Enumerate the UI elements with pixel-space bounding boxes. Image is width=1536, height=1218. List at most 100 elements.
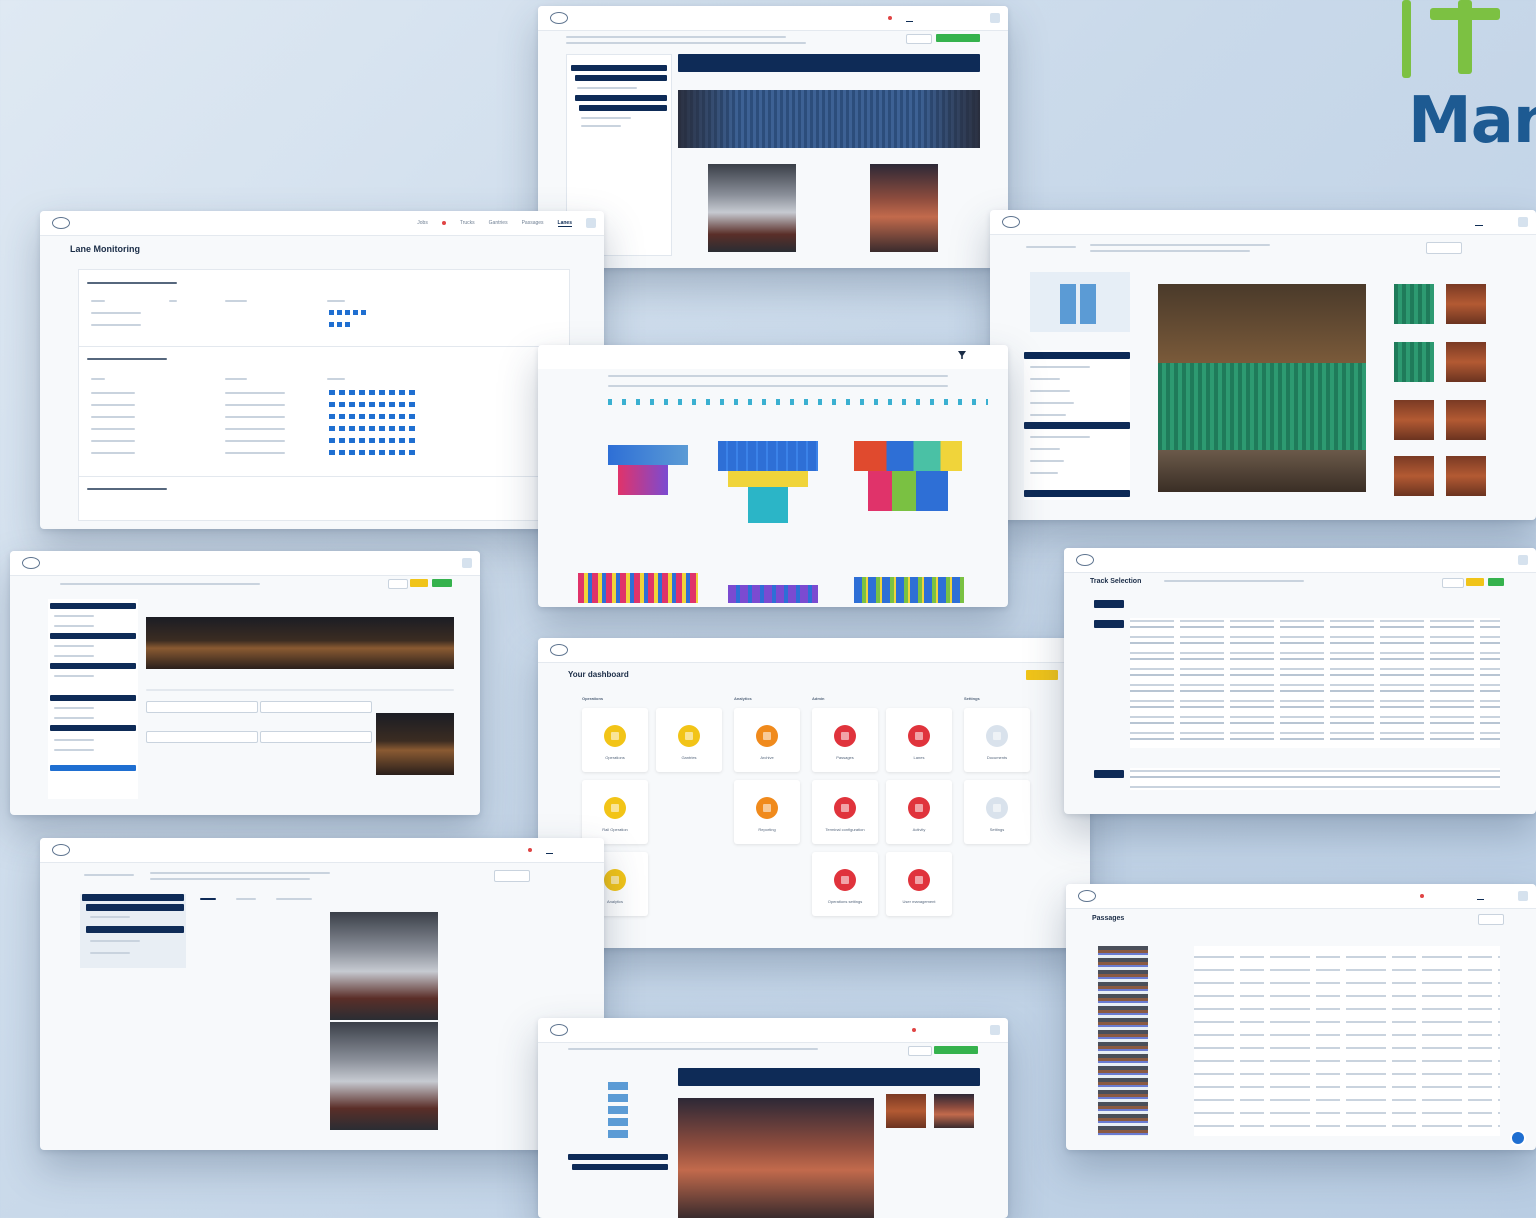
confirm-button[interactable] — [1488, 578, 1504, 586]
group-header[interactable] — [87, 282, 177, 284]
passage-table[interactable] — [1194, 946, 1500, 1136]
nav-item[interactable] — [1498, 557, 1504, 563]
tile-lanes[interactable]: Lanes — [886, 708, 952, 772]
truck-front-image[interactable] — [330, 1022, 438, 1130]
nav-item-active[interactable] — [906, 15, 914, 22]
tile-documents[interactable]: Documents — [964, 708, 1030, 772]
nav-item[interactable] — [442, 560, 448, 566]
nav-item[interactable] — [1434, 219, 1440, 225]
secondary-button[interactable] — [388, 579, 408, 589]
tile-archive[interactable]: Archive — [734, 708, 800, 772]
thumbnail[interactable] — [1394, 342, 1434, 382]
bay-block[interactable] — [728, 585, 818, 603]
tile-settings[interactable]: Settings — [964, 780, 1030, 844]
tab[interactable] — [236, 898, 256, 900]
tree-item-selected[interactable] — [1024, 422, 1130, 429]
passage-thumbnails[interactable] — [1098, 946, 1148, 1136]
tree-item-selected[interactable] — [86, 926, 184, 933]
list-item-selected[interactable] — [50, 633, 136, 639]
thumbnail[interactable] — [1394, 400, 1434, 440]
nav-item[interactable] — [930, 1027, 936, 1033]
thumbnail[interactable] — [1446, 456, 1486, 496]
form-field[interactable] — [260, 731, 372, 743]
tile-activity[interactable]: Activity — [886, 780, 952, 844]
tile-rail-operation[interactable]: Rail Operation — [582, 780, 648, 844]
tile-user-management[interactable]: User management — [886, 852, 952, 916]
thumbnail[interactable] — [1446, 342, 1486, 382]
truck-front-image[interactable] — [330, 912, 438, 1020]
tree-item-selected[interactable] — [572, 1164, 668, 1170]
track-grid[interactable] — [1130, 618, 1500, 748]
tree-item-selected[interactable] — [82, 894, 184, 901]
menu-icon[interactable] — [1518, 555, 1528, 565]
form-field[interactable] — [146, 731, 258, 743]
tile-operations[interactable]: Operations — [582, 708, 648, 772]
nav-item-trucks[interactable]: Trucks — [460, 220, 475, 226]
tile-passages[interactable]: Passages — [812, 708, 878, 772]
tree-item-selected[interactable] — [571, 65, 667, 71]
tree-item-selected[interactable] — [575, 75, 667, 81]
container-damage-image[interactable] — [1158, 284, 1366, 492]
thumbnail[interactable] — [1394, 456, 1434, 496]
warning-button[interactable] — [1466, 578, 1484, 586]
nav-item[interactable] — [588, 847, 596, 853]
wagon-image[interactable] — [376, 713, 454, 775]
tile-gantries[interactable]: Gantries — [656, 708, 722, 772]
menu-icon[interactable] — [990, 1025, 1000, 1035]
bay-block[interactable] — [578, 573, 698, 603]
nav-item[interactable] — [1454, 219, 1461, 225]
nav-item-passages[interactable]: Passages — [522, 220, 544, 226]
nav-item[interactable] — [1498, 893, 1504, 899]
track-grid[interactable] — [1130, 768, 1500, 790]
back-link[interactable] — [84, 874, 134, 876]
truck-image[interactable] — [708, 164, 796, 252]
tree-item-selected[interactable] — [579, 105, 667, 111]
tab[interactable] — [276, 898, 312, 900]
actions-dropdown[interactable] — [494, 870, 530, 882]
tree-item-selected[interactable] — [1024, 490, 1130, 497]
nav-item-active[interactable] — [1477, 893, 1485, 900]
tree-item-selected[interactable] — [86, 904, 184, 911]
tree-item-selected[interactable] — [568, 1154, 668, 1160]
bay-block[interactable] — [608, 445, 688, 465]
track-tag[interactable] — [1094, 620, 1124, 628]
track-tag[interactable] — [1094, 770, 1124, 778]
container-door-image[interactable] — [678, 1098, 874, 1218]
confirm-button[interactable] — [432, 579, 452, 587]
tile-terminal-configuration[interactable]: Terminal configuration — [812, 780, 878, 844]
container-side-image[interactable] — [870, 164, 938, 252]
bay-block[interactable] — [748, 487, 788, 523]
menu-icon[interactable] — [586, 218, 596, 228]
help-icon[interactable] — [1510, 1130, 1526, 1146]
bay-block[interactable] — [854, 577, 964, 603]
menu-icon[interactable] — [1518, 891, 1528, 901]
tile-reporting[interactable]: Reporting — [734, 780, 800, 844]
nav-item[interactable] — [969, 15, 976, 21]
tile-operations-settings[interactable]: Operations settings — [812, 852, 878, 916]
list-item-selected[interactable] — [50, 603, 136, 609]
thumbnail[interactable] — [934, 1094, 974, 1128]
menu-icon[interactable] — [990, 13, 1000, 23]
report-button[interactable] — [1026, 670, 1058, 680]
track-tag[interactable] — [1094, 600, 1124, 608]
bay-block[interactable] — [618, 465, 668, 495]
thumbnail[interactable] — [1394, 284, 1434, 324]
rail-panorama-image[interactable] — [146, 617, 454, 669]
nav-item[interactable] — [927, 15, 934, 21]
nav-item[interactable] — [969, 1027, 976, 1033]
secondary-button[interactable] — [1442, 578, 1464, 588]
nav-item[interactable] — [949, 1027, 955, 1033]
tab-images[interactable] — [200, 898, 216, 900]
group-header[interactable] — [87, 358, 167, 360]
thumbnail[interactable] — [886, 1094, 926, 1128]
nav-item[interactable] — [1438, 893, 1444, 899]
tree-item-selected[interactable] — [575, 95, 667, 101]
thumbnail[interactable] — [1446, 400, 1486, 440]
actions-dropdown[interactable] — [1426, 242, 1462, 254]
nav-item-active[interactable] — [1474, 219, 1484, 226]
nav-item[interactable] — [508, 847, 514, 853]
export-button[interactable] — [1478, 914, 1504, 925]
nav-item-gantries[interactable]: Gantries — [489, 220, 508, 226]
nav-item[interactable] — [948, 15, 955, 21]
group-header[interactable] — [87, 488, 167, 490]
